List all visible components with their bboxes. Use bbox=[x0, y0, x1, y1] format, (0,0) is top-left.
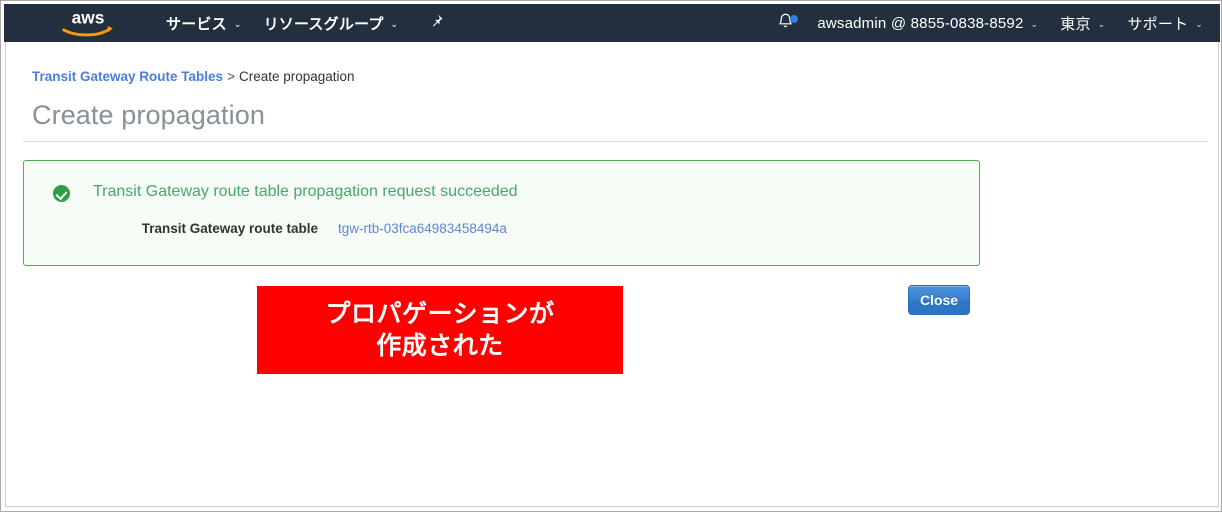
nav-resource-groups-menu[interactable]: リソースグループ ⌄ bbox=[253, 4, 410, 42]
notification-badge-dot bbox=[790, 15, 799, 23]
breadcrumb: Transit Gateway Route Tables > Create prop… bbox=[32, 69, 355, 84]
alert-detail-value-link[interactable]: tgw-rtb-03fca64983458494a bbox=[338, 221, 507, 236]
success-alert-title: Transit Gateway route table propagation … bbox=[93, 183, 518, 200]
breadcrumb-current: Create propagation bbox=[238, 69, 355, 84]
aws-top-navigation: aws サービス ⌄ リソースグループ ⌄ awsadmin @ 8855-08… bbox=[4, 4, 1220, 42]
nav-pin-button[interactable] bbox=[417, 4, 456, 42]
nav-support-label: サポート bbox=[1127, 15, 1189, 33]
nav-right-group: awsadmin @ 8855-0838-8592 ⌄ 東京 ⌄ サポート ⌄ bbox=[767, 4, 1220, 42]
aws-logo-icon[interactable]: aws bbox=[59, 8, 117, 38]
nav-left-group: aws サービス ⌄ リソースグループ ⌄ bbox=[4, 4, 456, 42]
nav-region-menu[interactable]: 東京 ⌄ bbox=[1049, 4, 1116, 42]
alert-detail-label: Transit Gateway route table bbox=[141, 221, 318, 236]
close-button[interactable]: Close bbox=[908, 285, 970, 315]
annotation-callout: プロパゲーションが 作成された bbox=[257, 286, 623, 374]
nav-notifications-button[interactable] bbox=[767, 4, 804, 42]
page-title: Create propagation bbox=[32, 100, 265, 130]
svg-text:aws: aws bbox=[72, 8, 105, 28]
annotation-line-2: 作成された bbox=[376, 332, 504, 360]
chevron-down-icon: ⌄ bbox=[390, 18, 399, 29]
chevron-down-icon: ⌄ bbox=[1195, 18, 1203, 29]
success-alert: Transit Gateway route table propagation … bbox=[23, 160, 980, 266]
check-circle-icon bbox=[53, 185, 70, 202]
chevron-down-icon: ⌄ bbox=[1097, 18, 1106, 29]
breadcrumb-link-route-tables[interactable]: Transit Gateway Route Tables bbox=[32, 69, 223, 84]
pushpin-icon bbox=[429, 13, 444, 33]
main-content: Transit Gateway Route Tables > Create prop… bbox=[5, 42, 1219, 507]
nav-region-label: 東京 bbox=[1060, 15, 1091, 33]
nav-account-menu[interactable]: awsadmin @ 8855-0838-8592 ⌄ bbox=[806, 4, 1049, 42]
nav-account-label: awsadmin @ 8855-0838-8592 bbox=[817, 14, 1024, 32]
nav-services-label: サービス bbox=[166, 15, 227, 33]
chevron-down-icon: ⌄ bbox=[1030, 18, 1039, 29]
nav-resource-groups-label: リソースグループ bbox=[263, 15, 384, 33]
chevron-down-icon: ⌄ bbox=[233, 18, 242, 29]
breadcrumb-separator: > bbox=[227, 69, 235, 84]
alert-detail-row: Transit Gateway route table tgw-rtb-03fc… bbox=[24, 221, 979, 236]
browser-page: aws サービス ⌄ リソースグループ ⌄ awsadmin @ 8855-08… bbox=[0, 0, 1222, 512]
nav-services-menu[interactable]: サービス ⌄ bbox=[155, 4, 253, 42]
title-divider bbox=[23, 141, 1208, 142]
nav-support-menu[interactable]: サポート ⌄ bbox=[1116, 4, 1214, 42]
annotation-line-1: プロパゲーションが bbox=[325, 300, 555, 328]
